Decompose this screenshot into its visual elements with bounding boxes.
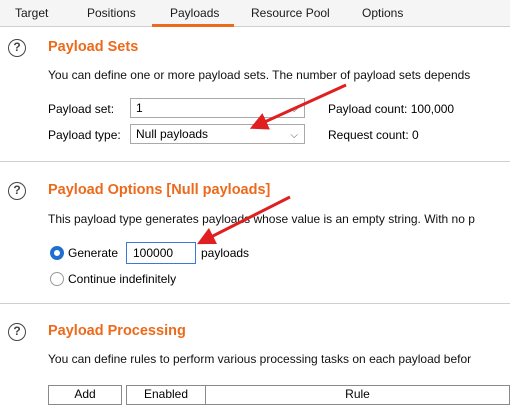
generate-count-input[interactable]: 100000 [126, 242, 196, 264]
payload-set-select[interactable]: 1 ⌵ [130, 98, 305, 118]
request-count: Request count: 0 [328, 128, 419, 142]
payload-sets-description: You can define one or more payload sets.… [48, 68, 471, 82]
tab-target[interactable]: Target [15, 0, 48, 26]
payload-sets-title: Payload Sets [48, 39, 139, 55]
rules-table-header: Enabled Rule [126, 385, 510, 405]
payloads-suffix-label: payloads [201, 246, 250, 260]
payload-set-value: 1 [136, 101, 143, 115]
tab-resource-pool[interactable]: Resource Pool [251, 0, 330, 26]
tab-positions[interactable]: Positions [87, 0, 136, 26]
chevron-down-icon: ⌵ [290, 104, 298, 115]
active-tab-indicator [152, 24, 234, 27]
add-rule-button[interactable]: Add [48, 385, 122, 405]
tab-options[interactable]: Options [362, 0, 403, 26]
continue-indefinitely-radio[interactable] [50, 272, 64, 286]
column-rule[interactable]: Rule [206, 386, 509, 404]
generate-label[interactable]: Generate [68, 246, 118, 260]
column-enabled[interactable]: Enabled [127, 386, 205, 404]
payload-options-description: This payload type generates payloads who… [48, 212, 475, 226]
generate-radio[interactable] [50, 246, 64, 260]
help-icon[interactable]: ? [8, 182, 26, 200]
payload-options-title: Payload Options [Null payloads] [48, 182, 271, 198]
payload-count: Payload count: 100,000 [328, 102, 455, 116]
payload-type-label: Payload type: [48, 128, 121, 142]
tab-bar: Target Positions Payloads Resource Pool … [0, 0, 510, 27]
payload-processing-title: Payload Processing [48, 323, 186, 339]
payload-type-value: Null payloads [136, 127, 209, 141]
help-icon[interactable]: ? [8, 39, 26, 57]
help-icon[interactable]: ? [8, 323, 26, 341]
payload-type-select[interactable]: Null payloads ⌵ [130, 124, 305, 144]
section-divider [0, 303, 510, 304]
annotation-arrows [196, 83, 347, 245]
payload-set-label: Payload set: [48, 102, 115, 116]
tab-payloads[interactable]: Payloads [170, 0, 219, 26]
payload-processing-description: You can define rules to perform various … [48, 352, 472, 366]
section-divider [0, 161, 510, 162]
chevron-down-icon: ⌵ [290, 130, 298, 141]
continue-indefinitely-label[interactable]: Continue indefinitely [68, 272, 176, 286]
